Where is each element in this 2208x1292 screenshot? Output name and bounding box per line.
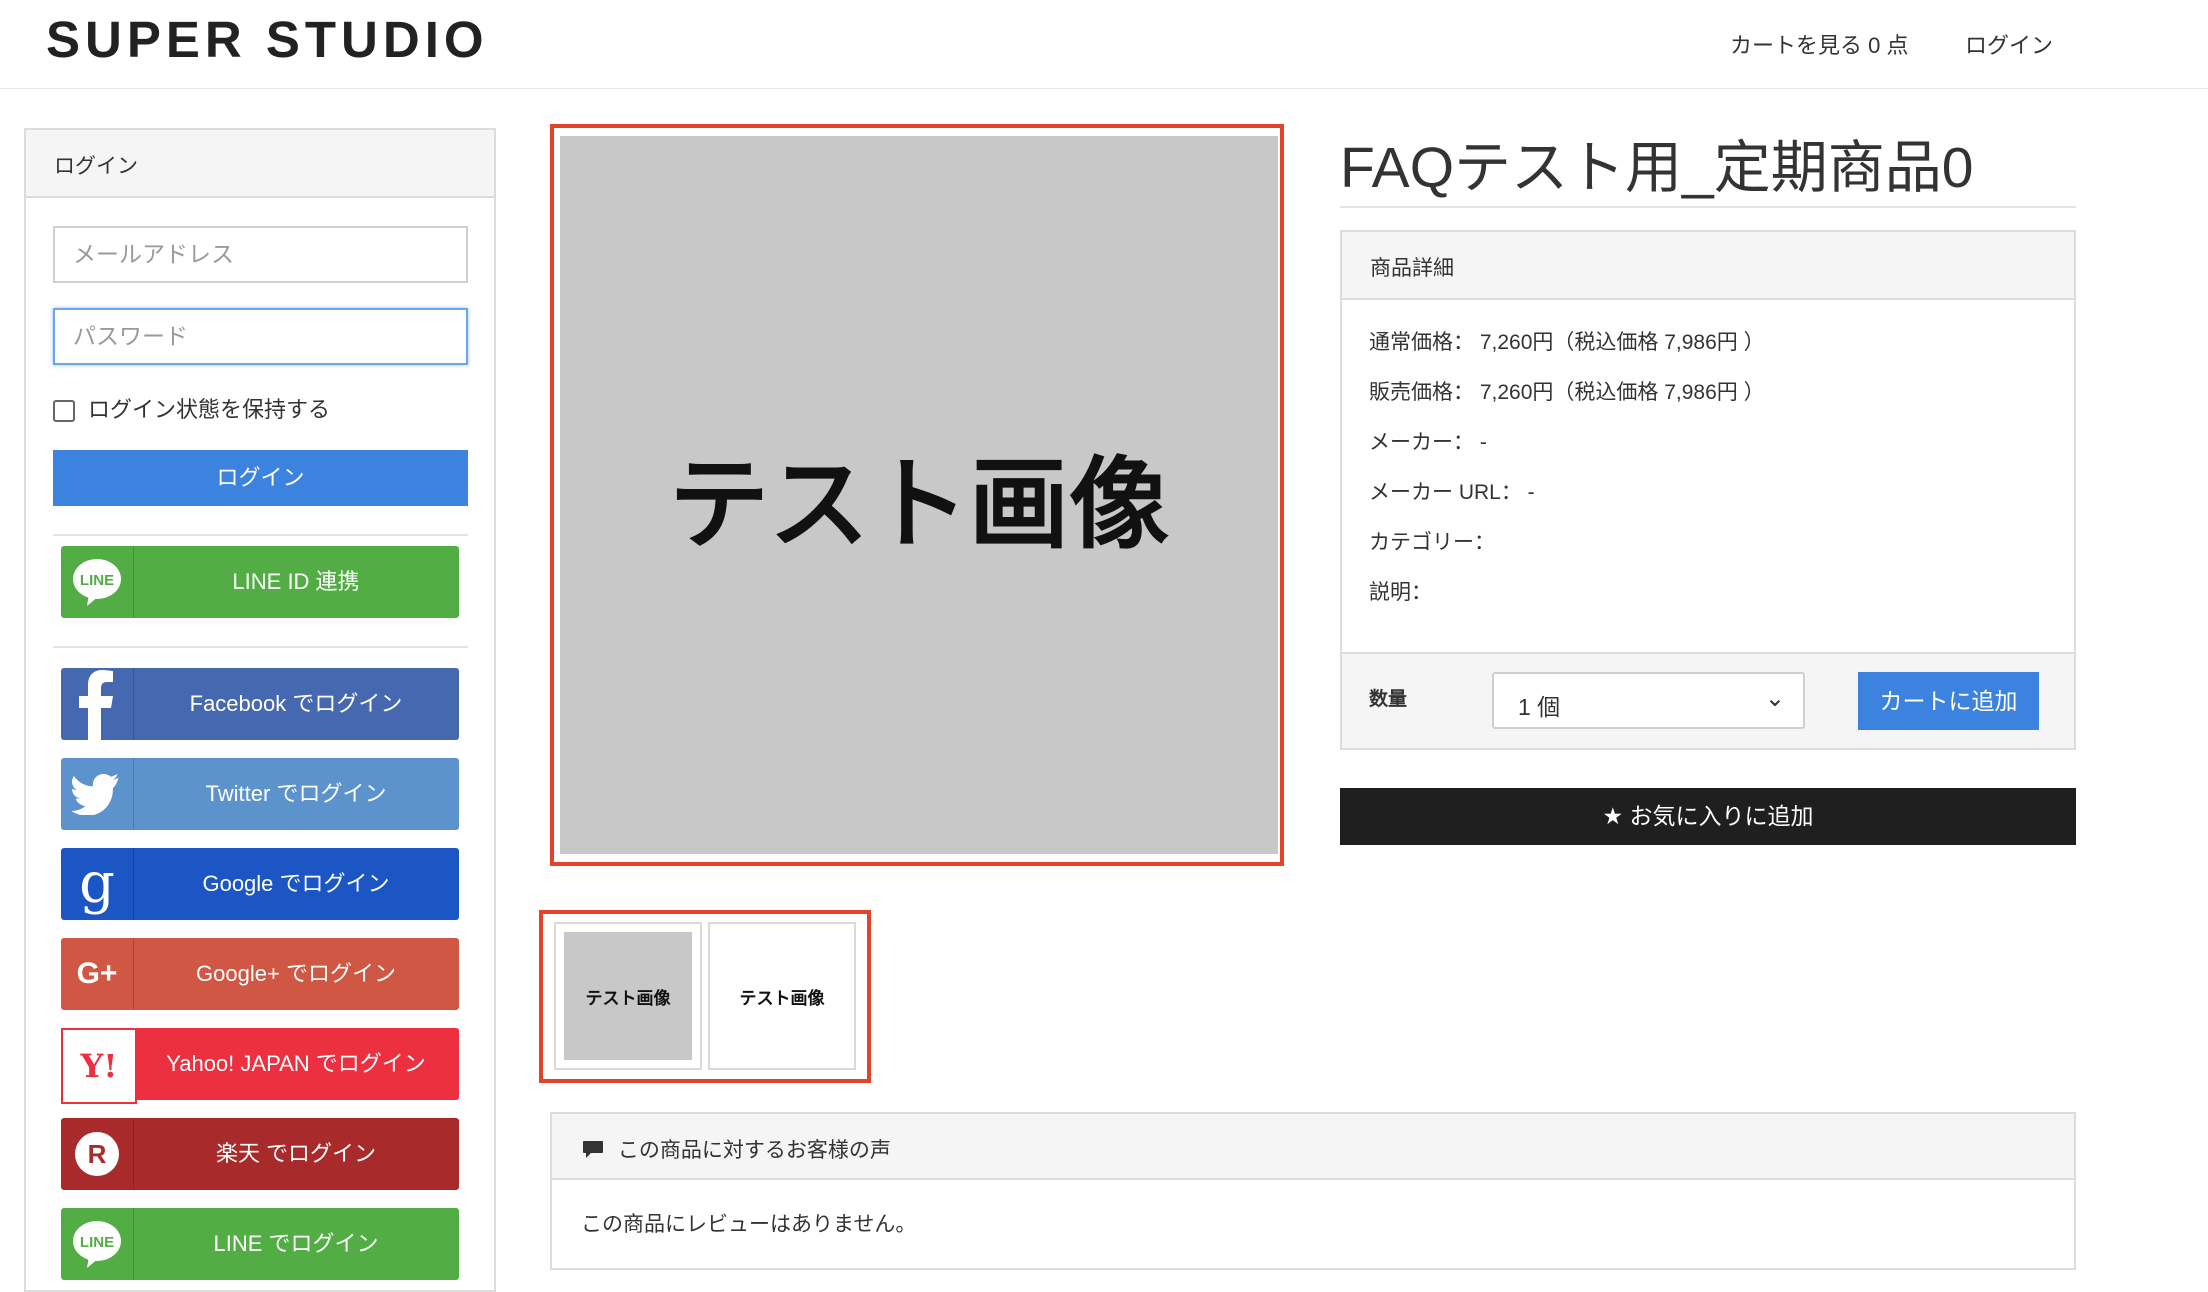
maker-url: メーカー URL： - <box>1369 481 1535 504</box>
add-to-cart-button[interactable]: カートに追加 <box>1858 672 2039 730</box>
title-divider <box>1340 206 2076 208</box>
quantity-value: 1 個 <box>1518 694 1561 720</box>
facebook-icon <box>61 668 134 740</box>
divider <box>53 534 468 536</box>
add-to-favorites-button[interactable]: ★ お気に入りに追加 <box>1340 788 2076 845</box>
svg-text:LINE: LINE <box>80 572 114 589</box>
quantity-label: 数量 <box>1369 689 1408 710</box>
rakuten-login-label: 楽天 でログイン <box>215 1141 377 1166</box>
google-plus-login-label: Google+ でログイン <box>196 961 396 986</box>
yahoo-icon: Y! <box>61 1028 137 1104</box>
login-panel-title: ログイン <box>24 128 496 198</box>
description: 説明： <box>1369 581 1432 604</box>
twitter-login-label: Twitter でログイン <box>205 781 387 806</box>
google-plus-login-button[interactable]: G+ Google+ でログイン <box>61 938 459 1010</box>
google-icon: g <box>61 848 134 920</box>
login-button[interactable]: ログイン <box>53 450 468 506</box>
line-login-button[interactable]: LINE LINE でログイン <box>61 1208 459 1280</box>
cart-label: カートを見る <box>1730 33 1863 58</box>
yahoo-login-button[interactable]: Y! Yahoo! JAPAN でログイン <box>61 1028 459 1104</box>
line-id-link-label: LINE ID 連携 <box>232 569 360 594</box>
google-login-label: Google でログイン <box>202 871 390 896</box>
twitter-icon <box>61 758 134 830</box>
thumbnail-2-label: テスト画像 <box>718 932 846 1060</box>
yahoo-login-label: Yahoo! JAPAN でログイン <box>166 1051 426 1076</box>
regular-price: 通常価格： 7,260円（税込価格 7,986円 ） <box>1369 331 1765 354</box>
line-id-link-button[interactable]: LINE LINE ID 連携 <box>61 546 459 618</box>
product-title: FAQテスト用_定期商品0 <box>1340 136 1974 200</box>
divider <box>53 646 468 648</box>
cart-count: 0 点 <box>1868 33 1909 58</box>
svg-text:LINE: LINE <box>80 1234 114 1251</box>
quantity-select[interactable]: 1 個 ⌄ <box>1492 672 1805 729</box>
thumbnail-2[interactable]: テスト画像 <box>708 922 856 1070</box>
password-field[interactable] <box>53 308 468 365</box>
category: カテゴリー： <box>1369 531 1495 554</box>
svg-text:R: R <box>88 1139 107 1169</box>
cart-link[interactable]: カートを見る 0 点 <box>1730 28 1909 60</box>
site-logo[interactable]: SUPER STUDIO <box>46 10 489 69</box>
comment-icon <box>583 1141 603 1158</box>
facebook-login-label: Facebook でログイン <box>189 691 403 716</box>
main-product-image[interactable]: テスト画像 <box>560 136 1278 854</box>
remember-checkbox[interactable] <box>53 400 75 422</box>
google-plus-icon: G+ <box>61 938 134 1010</box>
chevron-down-icon: ⌄ <box>1764 685 1785 712</box>
rakuten-icon: R <box>61 1118 134 1190</box>
line-login-label: LINE でログイン <box>213 1231 379 1256</box>
reviews-header: この商品に対するお客様の声 <box>550 1112 2076 1180</box>
twitter-login-button[interactable]: Twitter でログイン <box>61 758 459 830</box>
sale-price: 販売価格： 7,260円（税込価格 7,986円 ） <box>1369 381 1765 404</box>
thumbnail-1[interactable]: テスト画像 <box>554 922 702 1070</box>
google-login-button[interactable]: g Google でログイン <box>61 848 459 920</box>
product-details-title: 商品詳細 <box>1340 230 2076 300</box>
thumbnail-1-label: テスト画像 <box>564 932 692 1060</box>
reviews-title: この商品に対するお客様の声 <box>617 1139 891 1162</box>
facebook-login-button[interactable]: Facebook でログイン <box>61 668 459 740</box>
header-login-link[interactable]: ログイン <box>1965 28 2053 60</box>
no-reviews-text: この商品にレビューはありません。 <box>581 1213 917 1236</box>
remember-label: ログイン状態を保持する <box>88 397 331 422</box>
line-icon: LINE <box>61 1208 134 1280</box>
rakuten-login-button[interactable]: R 楽天 でログイン <box>61 1118 459 1190</box>
email-field[interactable] <box>53 226 468 283</box>
line-icon: LINE <box>61 546 134 618</box>
maker: メーカー： - <box>1369 431 1487 454</box>
